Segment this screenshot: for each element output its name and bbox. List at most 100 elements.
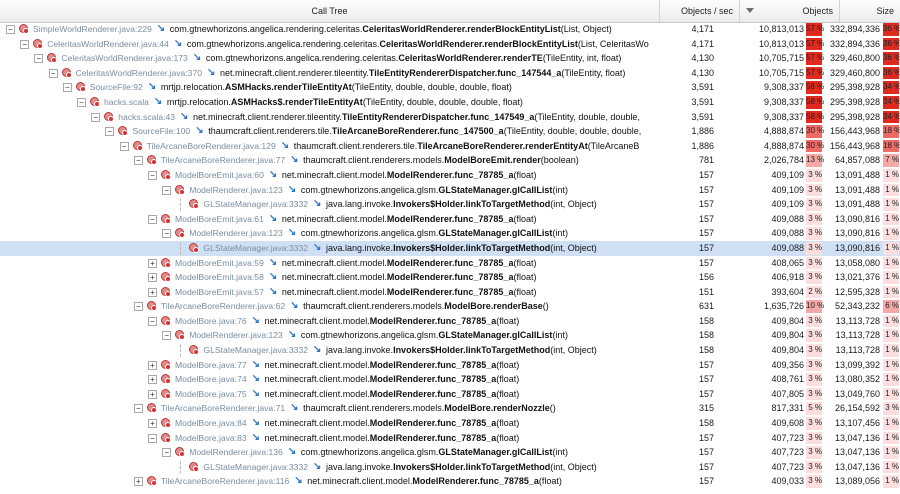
method-hotspot-icon <box>161 213 171 224</box>
objects-percent-badge: 3 % <box>806 417 822 430</box>
expand-toggle-icon[interactable]: + <box>148 287 157 297</box>
collapse-toggle-icon[interactable]: − <box>162 185 172 195</box>
table-row[interactable]: + ModelBore.java:74 ↘ net.minecraft.client.… <box>0 372 900 387</box>
collapse-toggle-icon[interactable]: − <box>91 112 101 122</box>
table-row[interactable]: − ModelRenderer.java:123 ↘ com.gtnewhorizon… <box>0 183 900 198</box>
collapse-toggle-icon[interactable]: − <box>162 331 172 341</box>
method-name: ModelRenderer.func_78785_a <box>386 257 514 268</box>
call-arrow-icon: ↘ <box>268 212 278 224</box>
table-row[interactable]: + ModelBore.java:77 ↘ net.minecraft.client.… <box>0 358 900 373</box>
objects-value: 406,918 <box>771 272 804 283</box>
expand-toggle-icon[interactable]: + <box>148 375 157 385</box>
collapse-toggle-icon[interactable]: − <box>77 97 86 107</box>
size-percent-badge: 1 % <box>883 314 899 328</box>
size-percent-badge: 1 % <box>883 212 899 226</box>
call-tree-cell: − ModelRenderer.java:123 ↘ com.gtnewhorizon… <box>0 226 660 241</box>
column-header-call-tree[interactable]: Call Tree <box>0 0 660 22</box>
table-row[interactable]: − SourceFile:92 ↘ mrtjp.relocation.ASMHacks… <box>0 80 900 95</box>
table-row[interactable]: − ModelBore.java:76 ↘ net.minecraft.client.… <box>0 314 900 329</box>
table-row[interactable]: − SourceFile:100 ↘ thaumcraft.client.render… <box>0 124 900 139</box>
collapse-toggle-icon[interactable]: − <box>6 25 15 34</box>
objects-value: 817,331 <box>771 403 804 414</box>
call-tree-table[interactable]: − SimpleWorldRenderer.java:229 ↘ com.gtnewh… <box>0 22 900 494</box>
objects-per-sec-value: 157 <box>698 359 714 370</box>
table-row[interactable]: + TileArcaneBoreRenderer.java:116 ↘ net.min… <box>0 474 900 489</box>
table-row[interactable]: − TileArcaneBoreRenderer.java:129 ↘ thaumcr… <box>0 139 900 154</box>
column-header-objects-per-sec[interactable]: Objects / sec <box>660 0 740 22</box>
table-row[interactable]: − ModelRenderer.java:123 ↘ com.gtnewhorizon… <box>0 226 900 241</box>
table-row[interactable]: + ModelBoreEmit.java:58 ↘ net.minecraft.cli… <box>0 270 900 285</box>
table-row[interactable]: − TileArcaneBoreRenderer.java:77 ↘ thaumcra… <box>0 153 900 168</box>
table-row[interactable]: − SimpleWorldRenderer.java:229 ↘ com.gtnewh… <box>0 22 900 37</box>
expand-toggle-icon[interactable]: + <box>148 258 157 268</box>
collapse-toggle-icon[interactable]: − <box>148 170 157 180</box>
table-row[interactable]: GLStateManager.java:3332 ↘ java.lang.invok… <box>0 197 900 212</box>
collapse-toggle-icon[interactable]: − <box>162 448 172 458</box>
call-arrow-icon: ↘ <box>280 139 290 151</box>
column-header-size[interactable]: Size <box>840 0 900 22</box>
collapse-toggle-icon[interactable]: − <box>62 83 72 93</box>
table-row[interactable]: GLStateManager.java:3332 ↘ java.lang.invok… <box>0 343 900 358</box>
size-value: 52,343,232 <box>834 301 880 312</box>
collapse-toggle-icon[interactable]: − <box>133 404 143 414</box>
expand-toggle-icon[interactable]: + <box>148 419 157 429</box>
table-row[interactable]: − CeleritasWorldRenderer.java:370 ↘ net.min… <box>0 66 900 81</box>
expand-toggle-icon[interactable]: + <box>148 389 157 399</box>
table-row[interactable]: + ModelBore.java:75 ↘ net.minecraft.client.… <box>0 387 900 402</box>
table-row[interactable]: + ModelBore.java:84 ↘ net.minecraft.client.… <box>0 416 900 431</box>
tree-guide-line <box>180 240 183 256</box>
collapse-toggle-icon[interactable]: − <box>148 214 157 224</box>
collapse-toggle-icon[interactable]: − <box>48 68 58 78</box>
call-tree-cell: + ModelBoreEmit.java:58 ↘ net.minecraft.cli… <box>0 270 660 285</box>
method-args: (int) <box>552 330 568 341</box>
size-value: 13,107,456 <box>834 418 880 429</box>
table-row[interactable]: + ModelBoreEmit.java:59 ↘ net.minecraft.cli… <box>0 256 900 271</box>
method-hotspot-icon <box>61 67 72 78</box>
table-row[interactable]: − hacks.scala:43 ↘ net.minecraft.client.ren… <box>0 110 900 125</box>
table-row[interactable]: − CeleritasWorldRenderer.java:173 ↘ com.gtn… <box>0 51 900 66</box>
expand-toggle-icon[interactable]: + <box>148 273 157 283</box>
table-row[interactable]: − hacks.scala ↘ mrtjp.relocation.ASMHacks$.… <box>0 95 900 110</box>
source-location: ModelBore.java:77 <box>175 359 247 370</box>
table-row[interactable]: − TileArcaneBoreRenderer.java:62 ↘ thaumcra… <box>0 299 900 314</box>
source-location: TileArcaneBoreRenderer.java:116 <box>160 476 290 487</box>
objects-percent-badge: 3 % <box>806 475 822 488</box>
collapse-toggle-icon[interactable]: − <box>133 302 143 312</box>
size-value: 64,857,088 <box>834 155 880 166</box>
call-arrow-icon: ↘ <box>290 300 299 312</box>
method-name: CeleritasWorldRenderer.renderBlockEntity… <box>379 38 578 49</box>
table-row[interactable]: − TileArcaneBoreRenderer.java:71 ↘ thaumcra… <box>0 401 900 416</box>
collapse-toggle-icon[interactable]: − <box>133 156 143 166</box>
column-header-objects[interactable]: Objects <box>740 0 840 22</box>
expand-toggle-icon[interactable]: + <box>133 477 143 487</box>
collapse-toggle-icon[interactable]: − <box>105 127 115 137</box>
collapse-toggle-icon[interactable]: − <box>162 229 172 239</box>
table-row[interactable]: − ModelRenderer.java:136 ↘ com.gtnewhorizon… <box>0 445 900 460</box>
table-row[interactable]: − ModelRenderer.java:123 ↘ com.gtnewhorizon… <box>0 328 900 343</box>
size-percent-badge: 1 % <box>883 358 899 372</box>
collapse-toggle-icon[interactable]: − <box>34 54 44 64</box>
collapse-toggle-icon[interactable]: − <box>119 141 129 151</box>
size-value: 13,091,488 <box>834 199 880 210</box>
table-row[interactable]: GLStateManager.java:3332 ↘ java.lang.invok… <box>0 459 900 475</box>
table-row[interactable]: − ModelBoreEmit.java:60 ↘ net.minecraft.cli… <box>0 168 900 183</box>
table-row[interactable]: + ModelBoreEmit.java:57 ↘ net.minecraft.cli… <box>0 285 900 300</box>
expand-toggle-icon[interactable]: + <box>148 360 157 370</box>
method-hotspot-icon <box>161 257 171 268</box>
table-row[interactable]: GLStateManager.java:3332 ↘ java.lang.invok… <box>0 240 900 256</box>
call-tree-cell: − hacks.scala:43 ↘ net.minecraft.client.ren… <box>0 110 660 125</box>
method-name: Invokers$Holder.linkToTargetMethod <box>393 461 551 472</box>
size-percent-badge: 1 % <box>883 183 899 197</box>
method-package: mrtjp.relocation. <box>166 96 231 107</box>
collapse-toggle-icon[interactable]: − <box>148 433 157 443</box>
collapse-toggle-icon[interactable]: − <box>20 39 30 49</box>
method-args: (float) <box>496 432 520 443</box>
table-row[interactable]: − ModelBoreEmit.java:61 ↘ net.minecraft.cli… <box>0 212 900 227</box>
method-name: GLStateManager.glCallList <box>438 447 553 458</box>
table-row[interactable]: − CeleritasWorldRenderer.java:44 ↘ com.gtne… <box>0 37 900 52</box>
size-percent-badge: 36 % <box>883 66 900 80</box>
call-arrow-icon: ↘ <box>251 431 261 443</box>
method-args: (float) <box>496 374 520 385</box>
table-row[interactable]: − ModelBore.java:83 ↘ net.minecraft.client.… <box>0 431 900 446</box>
collapse-toggle-icon[interactable]: − <box>148 316 157 326</box>
